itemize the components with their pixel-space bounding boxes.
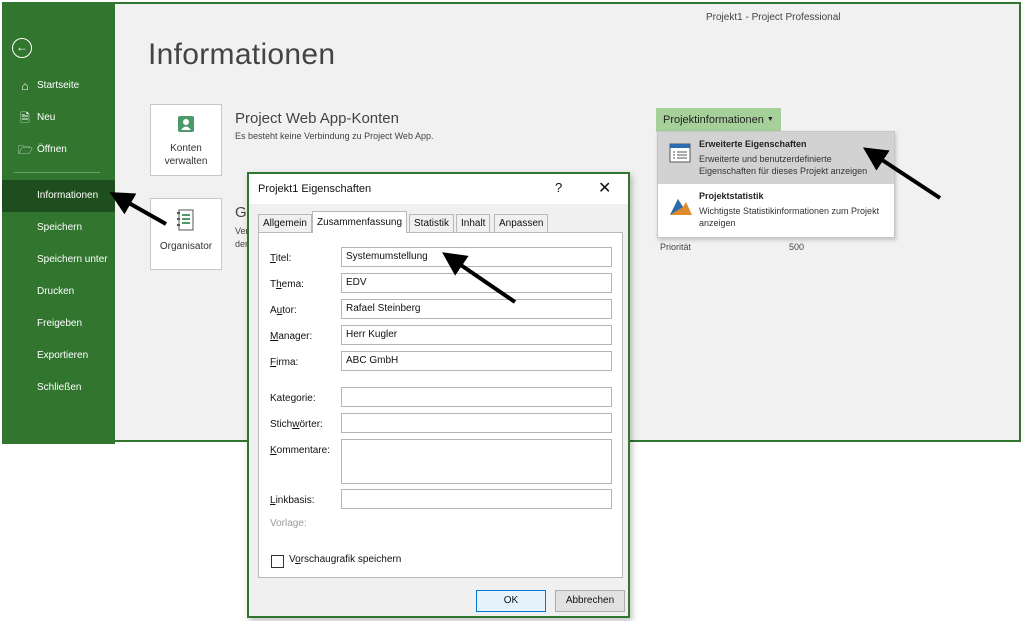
sidebar-item-label: Informationen (37, 190, 99, 201)
sidebar-item-label: Schließen (37, 382, 82, 393)
account-icon (151, 115, 221, 136)
dialog-title: Projekt1 Eigenschaften (258, 183, 372, 195)
manager-field[interactable]: Herr Kugler (341, 325, 612, 345)
tab-anpassen[interactable]: Anpassen (494, 214, 549, 233)
sidebar-item-drucken[interactable]: Drucken (2, 276, 115, 308)
label-text: rschaugrafik speichern (300, 554, 402, 565)
author-label: Autor: (270, 305, 297, 316)
chevron-down-icon: ▼ (766, 116, 774, 123)
label-text: itel: (275, 253, 292, 264)
save-preview-checkbox[interactable] (271, 555, 284, 568)
page-title: Informationen (148, 38, 336, 71)
statistics-icon (669, 194, 693, 221)
label-text: irma: (276, 357, 299, 368)
label-text: Kate (270, 393, 291, 404)
sidebar-item-label: Exportieren (37, 350, 89, 361)
sidebar-item-informationen[interactable]: Informationen (2, 180, 115, 212)
template-label: Vorlage: (270, 518, 307, 529)
sidebar-item-label: Speichern unter (37, 254, 108, 265)
sidebar-divider (14, 172, 100, 173)
sidebar-item-schliessen[interactable]: Schließen (2, 372, 115, 404)
properties-icon (669, 142, 691, 169)
sidebar-item-label: Neu (37, 112, 56, 123)
web-app-heading: Project Web App-Konten (235, 110, 399, 127)
organizer-button[interactable]: Organisator (150, 198, 222, 270)
folder-open-icon: 🗁 (18, 143, 33, 157)
back-arrow-icon[interactable]: ← (12, 38, 32, 58)
sidebar-item-speichern-unter[interactable]: Speichern unter (2, 244, 115, 276)
tab-inhalt[interactable]: Inhalt (456, 214, 491, 233)
tile-label: Konten (170, 143, 202, 154)
label-text: örter: (299, 419, 323, 430)
menu-item-description: Wichtigste Statistikinformationen zum Pr… (699, 206, 880, 228)
company-label: Firma: (270, 357, 298, 368)
project-info-button[interactable]: Projektinformationen ▼ (656, 108, 781, 132)
sidebar-item-label: Freigeben (37, 318, 83, 329)
project-info-label: Projektinformationen (663, 114, 764, 126)
hyperlink-base-label: Linkbasis: (270, 495, 314, 506)
sidebar-item-label: Speichern (37, 222, 83, 233)
cancel-button[interactable]: Abbrechen (555, 590, 625, 612)
home-icon: ⌂ (21, 79, 29, 93)
label-text: ema: (281, 279, 304, 290)
tab-allgemein[interactable]: Allgemein (258, 214, 312, 233)
tab-statistik[interactable]: Statistik (409, 214, 455, 233)
web-app-description: Es besteht keine Verbindung zu Project W… (235, 131, 434, 141)
menu-item-title: Erweiterte Eigenschaften (699, 139, 807, 149)
company-field[interactable]: ABC GmbH (341, 351, 612, 371)
sidebar-item-label: Öffnen (37, 144, 67, 155)
title-label: Titel: (270, 253, 291, 264)
sidebar-item-startseite[interactable]: ⌂ Startseite (2, 70, 115, 102)
label-accesskey: K (270, 445, 277, 456)
backstage-sidebar: ← ⌂ Startseite 🗎 Neu 🗁 Öffnen Informatio… (2, 4, 115, 444)
comments-label: Kommentare: (270, 445, 330, 456)
priority-value: 500 (789, 242, 805, 252)
label-text: orie: (296, 393, 316, 404)
organizer-icon (151, 209, 221, 234)
project-info-dropdown: Erweiterte Eigenschaften Erweiterte und … (657, 131, 895, 238)
hyperlink-base-field[interactable] (341, 489, 612, 509)
subject-field[interactable]: EDV (341, 273, 612, 293)
category-label: Kategorie: (270, 393, 316, 404)
manager-label: Manager: (270, 331, 312, 342)
sidebar-item-freigeben[interactable]: Freigeben (2, 308, 115, 340)
properties-dialog: Projekt1 Eigenschaften ? ✕ Allgemein Zus… (247, 172, 630, 618)
menu-item-project-statistics[interactable]: Projektstatistik Wichtigste Statistikinf… (658, 184, 894, 236)
priority-label: Priorität (660, 242, 692, 252)
label-text: Stich (270, 419, 293, 430)
tile-label: Organisator (159, 241, 213, 252)
title-field[interactable]: Systemumstellung (341, 247, 612, 267)
sidebar-item-label: Startseite (37, 80, 80, 91)
sidebar-item-neu[interactable]: 🗎 Neu (2, 102, 115, 134)
menu-item-title: Projektstatistik (699, 191, 764, 201)
keywords-label: Stichwörter: (270, 419, 323, 430)
keywords-field[interactable] (341, 413, 612, 433)
label-text: ommentare: (276, 445, 331, 456)
sidebar-item-exportieren[interactable]: Exportieren (2, 340, 115, 372)
new-document-icon: 🗎 (20, 111, 30, 125)
sidebar-item-label: Drucken (37, 286, 75, 297)
author-field[interactable]: Rafael Steinberg (341, 299, 612, 319)
category-field[interactable] (341, 387, 612, 407)
subject-label: Thema: (270, 279, 304, 290)
tab-zusammenfassung[interactable]: Zusammenfassung (312, 211, 408, 233)
sidebar-item-oeffnen[interactable]: 🗁 Öffnen (2, 134, 115, 166)
tile-label: verwalten (164, 156, 208, 167)
label-text: anager: (278, 331, 313, 342)
save-preview-label: Vorschaugrafik speichern (289, 554, 401, 565)
window-title: Projekt1 - Project Professional (706, 12, 841, 23)
manage-accounts-button[interactable]: Konten verwalten (150, 104, 222, 176)
summary-tab-panel: Titel: Systemumstellung Thema: EDV Autor… (258, 232, 623, 578)
help-icon[interactable]: ? (555, 180, 562, 195)
label-text: A (270, 305, 277, 316)
menu-item-advanced-properties[interactable]: Erweiterte Eigenschaften Erweiterte und … (658, 132, 894, 184)
label-text: tor: (282, 305, 297, 316)
dialog-titlebar: Projekt1 Eigenschaften ? ✕ (249, 174, 628, 204)
comments-field[interactable] (341, 439, 612, 484)
ok-button[interactable]: OK (476, 590, 546, 612)
menu-item-description: Erweiterte und benutzerdefinierte Eigens… (699, 154, 868, 176)
sidebar-item-speichern[interactable]: Speichern (2, 212, 115, 244)
close-icon[interactable]: ✕ (598, 178, 611, 198)
label-text: inkbasis: (275, 495, 315, 506)
